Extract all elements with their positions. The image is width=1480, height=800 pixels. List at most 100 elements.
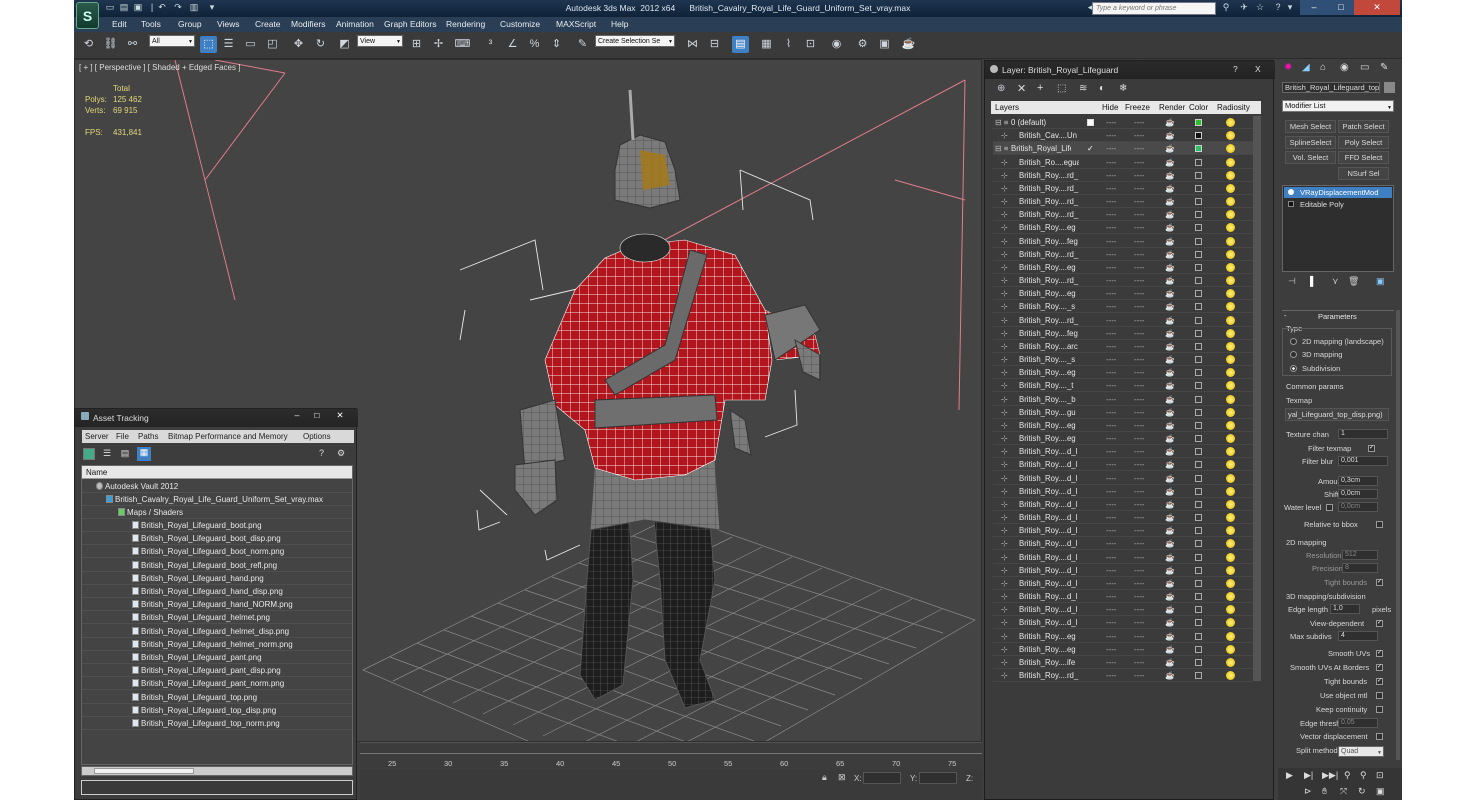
render-teapot-icon[interactable]: ☕ (1165, 221, 1175, 234)
layer-row[interactable]: ⊹ British_Roy....d_l ---- ---- ☕ (993, 551, 1253, 564)
object-icon[interactable]: ⊹ (1001, 182, 1008, 195)
menu-views[interactable]: Views (217, 19, 240, 29)
layer-freeze-toggle[interactable]: ---- (1134, 472, 1144, 485)
nsurf-sel-button[interactable]: NSurf Sel (1338, 167, 1389, 180)
layer-color-swatch[interactable] (1195, 237, 1202, 245)
layer-color-swatch[interactable] (1195, 540, 1202, 548)
layer-row[interactable]: ⊹ British_Roy....d_l ---- ---- ☕ (993, 511, 1253, 525)
menu-animation[interactable]: Animation (336, 19, 374, 29)
layer-color-swatch[interactable] (1195, 290, 1202, 298)
configure-sets-icon[interactable]: ▣ (1376, 276, 1385, 287)
layer-color-swatch[interactable] (1195, 461, 1202, 469)
layer-hide-toggle[interactable]: ---- (1106, 169, 1116, 182)
render-teapot-icon[interactable]: ☕ (1165, 314, 1175, 327)
layer-color-swatch[interactable] (1195, 171, 1202, 179)
asset-file-row[interactable]: British_Royal_Lifeguard_pant.png (82, 651, 352, 664)
hierarchy-tab-icon[interactable]: ⌂ (1320, 62, 1326, 73)
mesh-select-button[interactable]: Mesh Select (1285, 120, 1336, 133)
vault-row[interactable]: Autodesk Vault 2012 (82, 480, 352, 493)
radiosity-icon[interactable] (1226, 447, 1235, 457)
layer-freeze-toggle[interactable]: ---- (1134, 156, 1144, 169)
radiosity-icon[interactable] (1226, 657, 1235, 667)
layer-freeze-toggle[interactable]: ---- (1134, 195, 1144, 208)
amount-spinner[interactable]: 0,3cm (1338, 476, 1378, 486)
layer-row[interactable]: ⊹ British_Roy....gu ---- ---- ☕ (993, 406, 1253, 419)
layer-hide-toggle[interactable]: ---- (1106, 314, 1116, 327)
edit-named-selection-icon[interactable]: ✎ (574, 36, 591, 53)
layer-row[interactable]: ⊹ British_Roy....eg ---- ---- ☕ (993, 643, 1253, 656)
layer-color-swatch[interactable] (1195, 224, 1202, 232)
layer-expand-icon[interactable]: ⊟ ≡ (995, 142, 1008, 155)
layer-hide-toggle[interactable]: ---- (1106, 524, 1116, 537)
command-panel-scrollbar[interactable] (1396, 310, 1400, 760)
layer-row[interactable]: ⊹ British_Roy....d_l ---- ---- ☕ (993, 472, 1253, 485)
layer-freeze-toggle[interactable]: ---- (1134, 340, 1144, 353)
object-icon[interactable]: ⊹ (1001, 340, 1008, 353)
radiosity-icon[interactable] (1226, 262, 1235, 272)
render-teapot-icon[interactable]: ☕ (1165, 406, 1175, 419)
radiosity-icon[interactable] (1226, 473, 1235, 483)
object-icon[interactable]: ⊹ (1001, 300, 1008, 313)
radiosity-icon[interactable] (1226, 434, 1235, 444)
radiosity-icon[interactable] (1226, 539, 1235, 549)
render-teapot-icon[interactable]: ☕ (1165, 300, 1175, 313)
object-icon[interactable]: ⊹ (1001, 287, 1008, 300)
menu-create[interactable]: Create (255, 19, 281, 29)
render-teapot-icon[interactable]: ☕ (1165, 537, 1175, 550)
layer-color-swatch[interactable] (1195, 382, 1202, 390)
layer-color-swatch[interactable] (1195, 527, 1202, 535)
asset-file-row[interactable]: British_Royal_Lifeguard_hand.png (82, 572, 352, 585)
spline-select-button[interactable]: SplineSelect (1285, 136, 1336, 149)
layer-freeze-toggle[interactable]: ---- (1134, 669, 1144, 682)
layer-row[interactable]: ⊹ British_Roy....eg ---- ---- ☕ (993, 432, 1253, 446)
layer-hide-toggle[interactable]: ---- (1106, 603, 1116, 616)
menu-tools[interactable]: Tools (141, 19, 161, 29)
layer-hide-toggle[interactable]: ---- (1106, 590, 1116, 603)
render-teapot-icon[interactable]: ☕ (1165, 142, 1175, 155)
menu-graph-editors[interactable]: Graph Editors (384, 19, 436, 29)
layer-freeze-toggle[interactable]: ---- (1134, 221, 1144, 234)
layer-freeze-toggle[interactable]: ---- (1134, 603, 1144, 616)
max-subdivs-spinner[interactable]: 4 (1338, 631, 1378, 641)
layer-freeze-toggle[interactable]: ---- (1134, 445, 1144, 458)
radiosity-icon[interactable] (1226, 592, 1235, 602)
radiosity-icon[interactable] (1226, 671, 1235, 681)
ffd-select-button[interactable]: FFD Select (1338, 151, 1389, 164)
layer-freeze-toggle[interactable]: ---- (1134, 142, 1144, 155)
layer-freeze-toggle[interactable]: ---- (1134, 248, 1144, 261)
layer-row[interactable]: ⊹ British_Roy....eg ---- ---- ☕ (993, 419, 1253, 432)
object-icon[interactable]: ⊹ (1001, 630, 1008, 643)
render-teapot-icon[interactable]: ☕ (1165, 498, 1175, 511)
col-freeze[interactable]: Freeze (1125, 103, 1150, 112)
layer-color-swatch[interactable] (1195, 579, 1202, 587)
spinner-snap-icon[interactable]: ⇕ (548, 36, 565, 53)
create-tab-icon[interactable]: ✹ (1284, 62, 1292, 73)
layer-color-swatch[interactable] (1195, 342, 1202, 350)
layer-expand-icon[interactable]: ⊟ ≡ (995, 116, 1008, 129)
radiosity-icon[interactable] (1226, 210, 1235, 220)
filter-blur-spinner[interactable]: 0,001 (1338, 456, 1388, 466)
asset-file-row[interactable]: British_Royal_Lifeguard_helmet_disp.png (82, 625, 352, 638)
window-crossing-icon[interactable]: ◰ (264, 36, 281, 53)
object-icon[interactable]: ⊹ (1001, 393, 1008, 406)
layer-color-swatch[interactable] (1195, 593, 1202, 601)
layer-freeze-toggle[interactable]: ---- (1134, 393, 1144, 406)
make-unique-icon[interactable]: ⋎ (1332, 276, 1339, 287)
layer-hide-toggle[interactable]: ---- (1106, 261, 1116, 274)
texmap-button[interactable]: yal_Lifeguard_top_disp.png) (1285, 408, 1389, 421)
layer-row[interactable]: ⊟ ≡ 0 (default) ---- ---- ☕ (993, 116, 1253, 129)
layer-color-swatch[interactable] (1195, 553, 1202, 561)
object-icon[interactable]: ⊹ (1001, 156, 1008, 169)
list-view-icon[interactable]: ☰ (101, 448, 113, 460)
layer-freeze-toggle[interactable]: ---- (1134, 551, 1144, 564)
angle-snap-icon[interactable]: ∠ (504, 36, 521, 53)
layer-freeze-toggle[interactable]: ---- (1134, 656, 1144, 669)
y-coord-field[interactable] (919, 772, 957, 784)
highlight-selected-icon[interactable]: ≋ (1079, 83, 1087, 94)
select-manipulate-icon[interactable]: ✢ (430, 36, 447, 53)
layer-hide-toggle[interactable]: ---- (1106, 551, 1116, 564)
resolution-spinner[interactable]: 512 (1342, 550, 1378, 560)
render-teapot-icon[interactable]: ☕ (1165, 445, 1175, 458)
layer-freeze-toggle[interactable]: ---- (1134, 616, 1144, 629)
object-icon[interactable]: ⊹ (1001, 274, 1008, 287)
